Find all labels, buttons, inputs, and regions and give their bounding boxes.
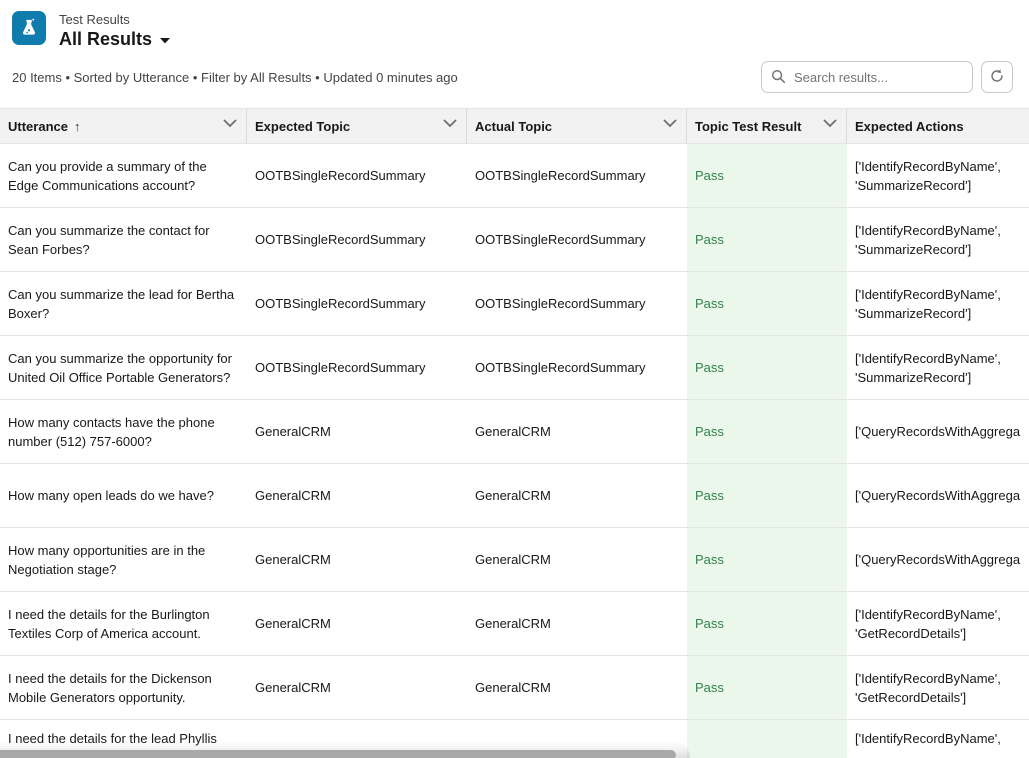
chevron-down-icon[interactable] xyxy=(823,119,837,128)
list-view-selector[interactable]: All Results xyxy=(59,28,171,51)
cell-expected-topic: OOTBSingleRecordSummary xyxy=(247,336,467,399)
table-row[interactable]: How many opportunities are in the Negoti… xyxy=(0,528,1029,592)
cell-actual-topic: OOTBSingleRecordSummary xyxy=(467,336,687,399)
cell-topic-test-result: Pass xyxy=(687,336,847,399)
cell-expected-topic: GeneralCRM xyxy=(247,464,467,527)
cell-topic-test-result: Pass xyxy=(687,400,847,463)
cell-expected-topic: GeneralCRM xyxy=(247,656,467,719)
table-row[interactable]: Can you provide a summary of the Edge Co… xyxy=(0,144,1029,208)
cell-expected-actions: ['IdentifyRecordByName', 'SummarizeRecor… xyxy=(847,336,1029,399)
table-row[interactable]: How many open leads do we have? GeneralC… xyxy=(0,464,1029,528)
cell-utterance: Can you summarize the contact for Sean F… xyxy=(0,208,247,271)
cell-actual-topic: GeneralCRM xyxy=(467,400,687,463)
chevron-down-icon[interactable] xyxy=(663,119,677,128)
arrow-up-icon: ↑ xyxy=(74,119,81,134)
column-header-actual-topic[interactable]: Actual Topic xyxy=(467,109,687,143)
horizontal-scrollbar-thumb[interactable] xyxy=(0,750,676,758)
column-label: Actual Topic xyxy=(475,119,552,134)
column-label: Topic Test Result xyxy=(695,119,801,134)
search-input[interactable] xyxy=(761,61,973,93)
refresh-icon xyxy=(989,68,1005,87)
cell-expected-topic: OOTBSingleRecordSummary xyxy=(247,272,467,335)
table-row[interactable]: Can you summarize the contact for Sean F… xyxy=(0,208,1029,272)
table-row[interactable]: Can you summarize the lead for Bertha Bo… xyxy=(0,272,1029,336)
cell-expected-actions: ['IdentifyRecordByName', xyxy=(847,720,1029,758)
search-icon xyxy=(771,69,786,89)
cell-topic-test-result: Pass xyxy=(687,656,847,719)
cell-utterance: Can you provide a summary of the Edge Co… xyxy=(0,144,247,207)
cell-expected-topic: GeneralCRM xyxy=(247,592,467,655)
cell-expected-actions: ['IdentifyRecordByName', 'SummarizeRecor… xyxy=(847,144,1029,207)
cell-actual-topic: GeneralCRM xyxy=(467,464,687,527)
cell-actual-topic: GeneralCRM xyxy=(467,592,687,655)
column-header-topic-test-result[interactable]: Topic Test Result xyxy=(687,109,847,143)
list-summary: 20 Items • Sorted by Utterance • Filter … xyxy=(12,70,458,85)
chevron-down-icon xyxy=(159,32,171,50)
cell-utterance: I need the details for the Burlington Te… xyxy=(0,592,247,655)
column-header-expected-actions[interactable]: Expected Actions xyxy=(847,109,1029,143)
cell-utterance: I need the details for the Dickenson Mob… xyxy=(0,656,247,719)
cell-expected-actions: ['IdentifyRecordByName', 'SummarizeRecor… xyxy=(847,272,1029,335)
cell-expected-actions: ['IdentifyRecordByName', 'SummarizeRecor… xyxy=(847,208,1029,271)
cell-expected-actions: ['QueryRecordsWithAggrega xyxy=(847,464,1029,527)
column-label: Expected Actions xyxy=(855,119,964,134)
cell-topic-test-result xyxy=(687,720,847,758)
column-label: Utterance xyxy=(8,119,68,134)
page-header: Test Results All Results xyxy=(0,0,1029,51)
flask-icon xyxy=(12,11,46,45)
cell-utterance: How many open leads do we have? xyxy=(0,464,247,527)
cell-expected-actions: ['IdentifyRecordByName', 'GetRecordDetai… xyxy=(847,656,1029,719)
cell-actual-topic: OOTBSingleRecordSummary xyxy=(467,144,687,207)
cell-topic-test-result: Pass xyxy=(687,272,847,335)
cell-actual-topic: GeneralCRM xyxy=(467,528,687,591)
cell-expected-topic: GeneralCRM xyxy=(247,400,467,463)
table-row[interactable]: I need the details for the Burlington Te… xyxy=(0,592,1029,656)
table-row[interactable]: How many contacts have the phone number … xyxy=(0,400,1029,464)
cell-topic-test-result: Pass xyxy=(687,208,847,271)
cell-topic-test-result: Pass xyxy=(687,528,847,591)
cell-expected-actions: ['QueryRecordsWithAggrega xyxy=(847,528,1029,591)
cell-actual-topic: GeneralCRM xyxy=(467,656,687,719)
cell-utterance: How many opportunities are in the Negoti… xyxy=(0,528,247,591)
table-row[interactable]: I need the details for the Dickenson Mob… xyxy=(0,656,1029,720)
cell-expected-actions: ['IdentifyRecordByName', 'GetRecordDetai… xyxy=(847,592,1029,655)
column-header-utterance[interactable]: Utterance ↑ xyxy=(0,109,247,143)
table-row[interactable]: Can you summarize the opportunity for Un… xyxy=(0,336,1029,400)
object-label: Test Results xyxy=(59,11,171,28)
chevron-down-icon[interactable] xyxy=(443,119,457,128)
cell-utterance: Can you summarize the lead for Bertha Bo… xyxy=(0,272,247,335)
column-label: Expected Topic xyxy=(255,119,350,134)
column-header-expected-topic[interactable]: Expected Topic xyxy=(247,109,467,143)
page-title: All Results xyxy=(59,28,152,51)
chevron-down-icon[interactable] xyxy=(223,119,237,128)
cell-actual-topic: OOTBSingleRecordSummary xyxy=(467,272,687,335)
cell-utterance: Can you summarize the opportunity for Un… xyxy=(0,336,247,399)
cell-expected-actions: ['QueryRecordsWithAggrega xyxy=(847,400,1029,463)
list-toolbar: 20 Items • Sorted by Utterance • Filter … xyxy=(0,51,1029,108)
cell-topic-test-result: Pass xyxy=(687,144,847,207)
cell-expected-topic: GeneralCRM xyxy=(247,528,467,591)
cell-utterance: How many contacts have the phone number … xyxy=(0,400,247,463)
cell-topic-test-result: Pass xyxy=(687,464,847,527)
cell-expected-topic: OOTBSingleRecordSummary xyxy=(247,144,467,207)
cell-actual-topic: OOTBSingleRecordSummary xyxy=(467,208,687,271)
refresh-button[interactable] xyxy=(981,61,1013,93)
test-results-table: Utterance ↑ Expected Topic Actual Topic … xyxy=(0,108,1029,758)
cell-topic-test-result: Pass xyxy=(687,592,847,655)
table-header-row: Utterance ↑ Expected Topic Actual Topic … xyxy=(0,109,1029,144)
cell-expected-topic: OOTBSingleRecordSummary xyxy=(247,208,467,271)
